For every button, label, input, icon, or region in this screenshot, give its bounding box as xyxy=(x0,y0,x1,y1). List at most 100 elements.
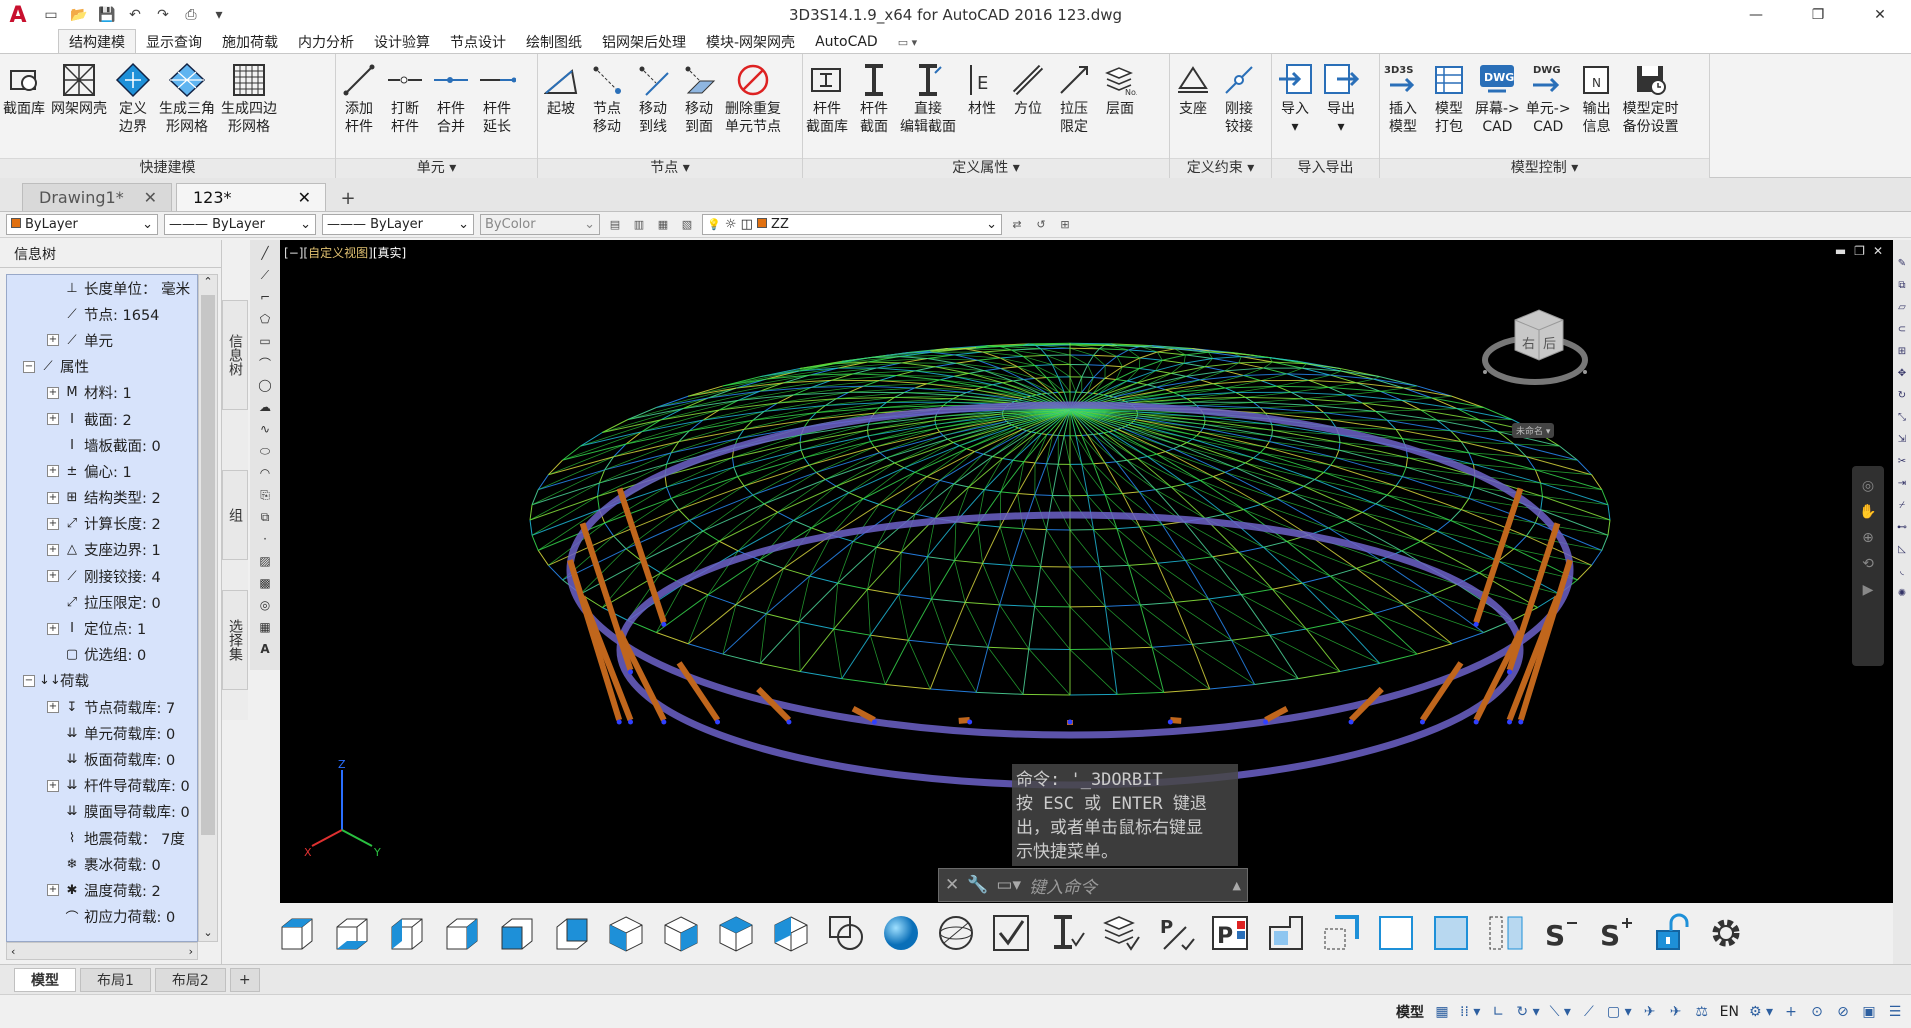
expand-toggle-icon[interactable]: + xyxy=(47,491,59,504)
tab-autocad[interactable]: AutoCAD xyxy=(805,31,888,53)
extend-member-button[interactable]: 杆件 延长 xyxy=(474,60,520,154)
nw-iso-icon[interactable] xyxy=(769,911,813,955)
layout-tab-layout1[interactable]: 布局1 xyxy=(80,967,151,992)
pin-check-icon[interactable]: P xyxy=(1154,911,1198,955)
edit-section-button[interactable]: 直接 编辑截面 xyxy=(897,60,959,154)
frame-icon[interactable] xyxy=(1264,911,1308,955)
back-view-icon[interactable] xyxy=(549,911,593,955)
make-block-icon[interactable]: ⧉ xyxy=(255,508,275,526)
expand-toggle-icon[interactable]: + xyxy=(47,543,59,556)
tree-item[interactable]: + ⟋ 单元 xyxy=(7,327,197,353)
steering-wheel-icon[interactable]: ◎ xyxy=(1862,478,1874,494)
expand-toggle-icon[interactable]: + xyxy=(47,517,59,530)
circle-icon[interactable]: ◯ xyxy=(255,376,275,394)
language-indicator[interactable]: EN xyxy=(1720,1004,1739,1020)
wcs-menu[interactable]: 未命名 ▾ xyxy=(1512,423,1555,438)
tree-item[interactable]: + ⇊ 杆件导荷载库: 0 xyxy=(7,773,197,799)
panel-title-define-constraint[interactable]: 定义约束 ▾ xyxy=(1170,158,1271,178)
undo-icon[interactable]: ↶ xyxy=(124,4,146,26)
model-pack-button[interactable]: 模型 打包 xyxy=(1426,60,1472,154)
tree-item[interactable]: − ⟋ 属性 xyxy=(7,354,197,380)
p-color-icon[interactable]: P xyxy=(1209,911,1253,955)
autoscale-icon[interactable]: ✈ xyxy=(1668,1004,1684,1020)
orbit-icon[interactable]: ⟲ xyxy=(1862,556,1874,572)
tab-node-design[interactable]: 节点设计 xyxy=(440,31,516,53)
layout-tab-model[interactable]: 模型 xyxy=(14,967,76,992)
hardware-accel-icon[interactable]: ⊘ xyxy=(1835,1004,1851,1020)
object-snap-icon[interactable]: ▢ ▾ xyxy=(1607,1004,1632,1020)
minimize-button[interactable]: — xyxy=(1725,0,1787,30)
timed-backup-button[interactable]: 模型定时 备份设置 xyxy=(1620,60,1682,154)
tree-item[interactable]: ❄ 裹冰荷载: 0 xyxy=(7,851,197,877)
check-icon[interactable] xyxy=(989,911,1033,955)
tab-design-check[interactable]: 设计验算 xyxy=(364,31,440,53)
tree-item[interactable]: + ✱ 温度荷载: 2 xyxy=(7,877,197,903)
wrench-icon[interactable]: 🔧 xyxy=(967,875,988,895)
zoom-icon[interactable]: ⊕ xyxy=(1862,530,1874,546)
tree-item[interactable]: I 墙板截面: 0 xyxy=(7,432,197,458)
ortho-icon[interactable]: ∟ xyxy=(1490,1004,1506,1020)
point-icon[interactable]: · xyxy=(255,530,275,548)
layer-props-icon[interactable]: ▥ xyxy=(630,216,648,234)
move-icon[interactable]: ✥ xyxy=(1895,366,1909,380)
layer-match-icon[interactable]: ⇄ xyxy=(1008,216,1026,234)
restore-button[interactable]: ❐ xyxy=(1787,0,1849,30)
construction-line-icon[interactable]: ⟋ xyxy=(255,266,275,284)
trim-icon[interactable]: ✂ xyxy=(1895,454,1909,468)
ribbon-options-icon[interactable]: ▭ ▾ xyxy=(888,31,927,53)
tree-item[interactable]: + I 定位点: 1 xyxy=(7,615,197,641)
command-prompt-icon[interactable]: ▭▾ xyxy=(996,875,1021,895)
expand-toggle-icon[interactable]: + xyxy=(47,334,59,347)
command-line[interactable]: ✕ 🔧 ▭▾ 键入命令 ▲ xyxy=(938,868,1248,902)
ellipse-arc-icon[interactable]: ◠ xyxy=(255,464,275,482)
move-to-plane-button[interactable]: 移动 到面 xyxy=(676,60,722,154)
tab-aluminum-post[interactable]: 铝网架后处理 xyxy=(592,31,696,53)
move-to-line-button[interactable]: 移动 到线 xyxy=(630,60,676,154)
insert-block-icon[interactable]: ⎘ xyxy=(255,486,275,504)
merge-member-button[interactable]: 杆件 合并 xyxy=(428,60,474,154)
extend-icon[interactable]: ⇥ xyxy=(1895,476,1909,490)
se-iso-icon[interactable] xyxy=(659,911,703,955)
side-tab-info-tree[interactable]: 信息树 xyxy=(222,300,248,410)
annotation-visibility-icon[interactable]: ✈ xyxy=(1642,1004,1658,1020)
add-layout-plus-icon[interactable]: + xyxy=(229,967,260,992)
expand-toggle-icon[interactable]: + xyxy=(47,570,59,583)
copy-icon[interactable]: ⧉ xyxy=(1895,278,1909,292)
left-view-icon[interactable] xyxy=(384,911,428,955)
plus-icon[interactable]: + xyxy=(1783,1004,1799,1020)
join-icon[interactable]: ⊷ xyxy=(1895,520,1909,534)
save-icon[interactable]: 💾 xyxy=(96,4,118,26)
arc-icon[interactable]: ⌒ xyxy=(255,354,275,372)
lineweight-combo[interactable]: ——— ByLayer ⌄ xyxy=(322,214,474,235)
unlock-icon[interactable] xyxy=(1649,911,1693,955)
section-library-button[interactable]: 截面库 xyxy=(0,60,48,154)
new-file-icon[interactable]: ▭ xyxy=(40,4,62,26)
expand-toggle-icon[interactable]: + xyxy=(47,413,59,426)
expand-toggle-icon[interactable]: + xyxy=(47,779,59,792)
annotation-scale-icon[interactable]: ⚖ xyxy=(1694,1004,1710,1020)
side-tab-selection[interactable]: 选择集 xyxy=(222,590,248,690)
element-to-cad-button[interactable]: DWG 单元-> CAD xyxy=(1523,60,1574,154)
autocad-logo-icon[interactable]: A xyxy=(0,0,36,30)
tree-item[interactable]: + ↧ 节点荷载库: 7 xyxy=(7,694,197,720)
chamfer-icon[interactable]: ◺ xyxy=(1895,542,1909,556)
layer-combo[interactable]: 💡 ☼ ◫ ZZ ⌄ xyxy=(702,214,1002,235)
side-tab-group[interactable]: 组 xyxy=(222,470,248,560)
mirror-icon[interactable]: ⏥ xyxy=(1895,300,1909,314)
frame-dashed-icon[interactable] xyxy=(1319,911,1363,955)
visual-style-icon[interactable] xyxy=(824,911,868,955)
expand-toggle-icon[interactable]: + xyxy=(47,465,59,478)
offset-icon[interactable]: ⊂ xyxy=(1895,322,1909,336)
maximize-viewport-icon[interactable]: ❐ xyxy=(1854,244,1865,258)
viewport-label[interactable]: [−][自定义视图][真实] xyxy=(284,244,406,261)
import-button[interactable]: 导入 ▾ xyxy=(1272,60,1318,154)
grid-shell-button[interactable]: 网架网壳 xyxy=(48,60,110,154)
sw-iso-icon[interactable] xyxy=(604,911,648,955)
command-input[interactable]: 键入命令 xyxy=(1029,873,1097,898)
expand-toggle-icon[interactable]: + xyxy=(47,884,59,897)
line-icon[interactable]: ╱ xyxy=(255,244,275,262)
tab-apply-load[interactable]: 施加荷载 xyxy=(212,31,288,53)
command-expand-icon[interactable]: ▲ xyxy=(1233,879,1241,892)
workspace-gear-icon[interactable]: ⚙ ▾ xyxy=(1749,1004,1773,1020)
stretch-icon[interactable]: ⇲ xyxy=(1895,432,1909,446)
